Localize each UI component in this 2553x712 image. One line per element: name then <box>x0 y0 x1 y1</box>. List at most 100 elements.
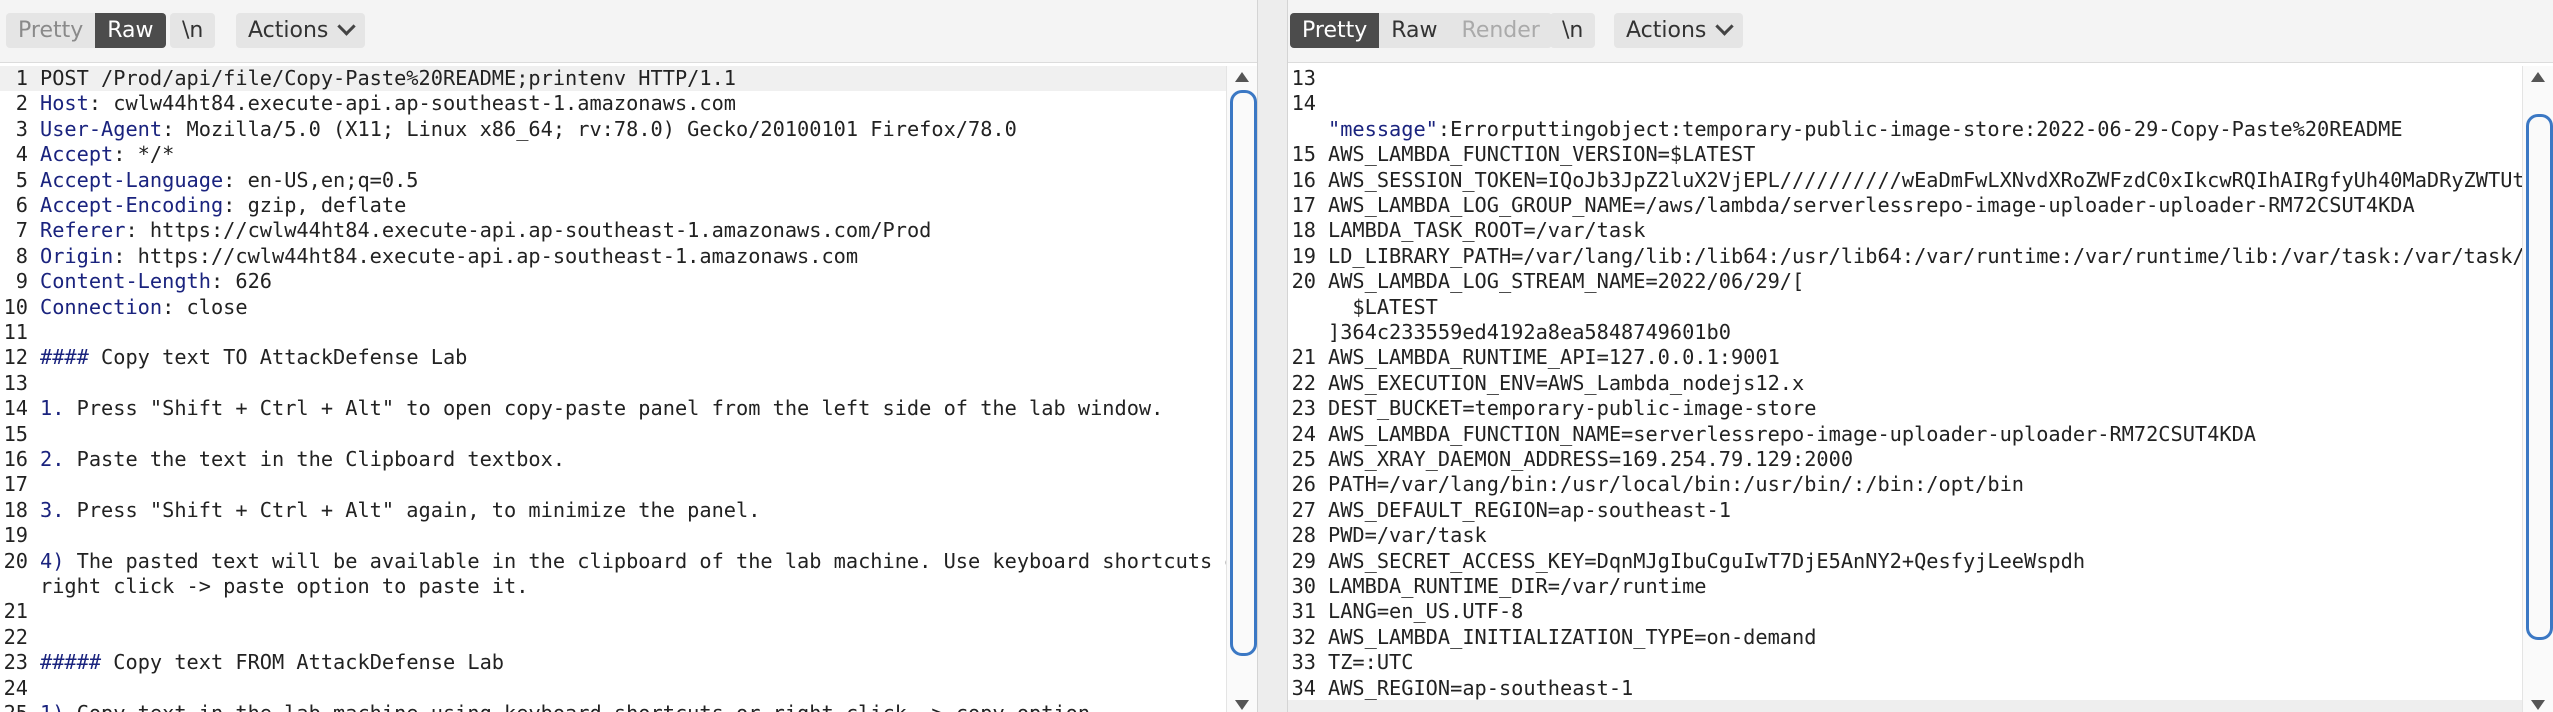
line-text: LANG=en_US.UTF-8 <box>1328 599 1524 624</box>
line-number: 23 <box>1291 396 1316 421</box>
line-number: 33 <box>1291 650 1316 675</box>
line-text: Accept: */* <box>40 142 175 167</box>
line-number: 25 <box>0 701 28 712</box>
line-number: 19 <box>3 523 28 548</box>
line-text: AWS_SESSION_TOKEN=IQoJb3JpZ2luX2VjEPL///… <box>1328 167 2523 192</box>
line-text: LAMBDA_TASK_ROOT=/var/task <box>1328 218 1646 243</box>
line-number: 10 <box>3 294 28 319</box>
line-number: 18 <box>3 497 28 522</box>
scroll-thumb[interactable] <box>1230 90 1257 656</box>
code-line: 34 AWS_REGION=ap-southeast-1 <box>1288 676 2523 701</box>
line-text: "message":Errorputtingobject:temporary-p… <box>1328 116 2403 141</box>
code-line: 17 AWS_LAMBDA_LOG_GROUP_NAME=/aws/lambda/… <box>1288 193 2523 218</box>
line-number: 20 <box>1291 269 1316 294</box>
code-line: 17 <box>0 472 1227 497</box>
request-toolbar: Pretty Raw \n Actions <box>0 0 1257 63</box>
line-number: 28 <box>1291 523 1316 548</box>
code-line: 19 LD_LIBRARY_PATH=/var/lang/lib:/lib64:/… <box>1288 244 2523 269</box>
line-number: 16 <box>1291 167 1316 192</box>
code-line: 31 LANG=en_US.UTF-8 <box>1288 599 2523 624</box>
code-line: right click -> paste option to paste it. <box>0 574 1227 599</box>
line-text: AWS_LAMBDA_FUNCTION_NAME=serverlessrepo-… <box>1328 421 2256 446</box>
response-editor[interactable]: 13 14 "message":Errorputtingobject:tempora… <box>1288 66 2523 712</box>
raw-tab[interactable]: Raw <box>95 13 166 48</box>
actions-button[interactable]: Actions <box>1614 13 1744 48</box>
code-line: 23 ##### Copy text FROM AttackDefense Lab <box>0 650 1227 675</box>
line-text: Connection: close <box>40 294 248 319</box>
line-number: 15 <box>1291 142 1316 167</box>
line-number: 18 <box>1291 218 1316 243</box>
code-line: 9 Content-Length: 626 <box>0 269 1227 294</box>
response-view-mode-toggle: Pretty Raw Render <box>1290 13 1552 48</box>
actions-button[interactable]: Actions <box>236 13 366 48</box>
code-line: 5 Accept-Language: en-US,en;q=0.5 <box>0 168 1227 193</box>
line-text: 1) Copy text in the lab machine using ke… <box>40 701 1102 712</box>
line-number: 9 <box>15 269 28 294</box>
line-text: #### Copy text TO AttackDefense Lab <box>40 345 468 370</box>
line-text: AWS_SECRET_ACCESS_KEY=DqnMJgIbuCguIwT7Dj… <box>1328 548 2086 573</box>
scroll-down-icon[interactable] <box>1235 700 1249 710</box>
actions-label: Actions <box>1626 18 1707 43</box>
line-number: 2 <box>15 91 28 116</box>
scroll-down-icon[interactable] <box>2531 700 2545 710</box>
line-text: PWD=/var/task <box>1328 523 1487 548</box>
code-line: 22 <box>0 625 1227 650</box>
line-number: 22 <box>1291 370 1316 395</box>
newline-toggle-button[interactable]: \n <box>1550 13 1596 48</box>
line-number: 26 <box>1291 472 1316 497</box>
render-tab[interactable]: Render <box>1450 13 1552 48</box>
request-editor[interactable]: 1 POST /Prod/api/file/Copy-Paste%20README… <box>0 66 1227 712</box>
code-line: 13 <box>1288 66 2523 91</box>
newline-toggle-button[interactable]: \n <box>170 13 216 48</box>
raw-tab[interactable]: Raw <box>1379 13 1449 48</box>
pretty-tab[interactable]: Pretty <box>6 13 95 48</box>
line-number: 23 <box>3 650 28 675</box>
line-text: AWS_LAMBDA_INITIALIZATION_TYPE=on-demand <box>1328 624 1817 649</box>
line-text: AWS_LAMBDA_FUNCTION_VERSION=$LATEST <box>1328 142 1756 167</box>
response-scrollbar[interactable] <box>2522 66 2553 712</box>
pane-divider[interactable] <box>1257 0 1288 712</box>
line-text: AWS_DEFAULT_REGION=ap-southeast-1 <box>1328 497 1731 522</box>
line-number: 8 <box>15 243 28 268</box>
scroll-up-icon[interactable] <box>1235 72 1249 82</box>
line-number: 27 <box>1291 497 1316 522</box>
code-line: 30 LAMBDA_RUNTIME_DIR=/var/runtime <box>1288 574 2523 599</box>
scroll-up-icon[interactable] <box>2531 72 2545 82</box>
code-line: 14 1. Press "Shift + Ctrl + Alt" to open … <box>0 396 1227 421</box>
horizontal-scrollbar[interactable] <box>1288 700 2523 712</box>
line-number: 32 <box>1291 624 1316 649</box>
line-text: Referer: https://cwlw44ht84.execute-api.… <box>40 218 932 243</box>
code-line: 29 AWS_SECRET_ACCESS_KEY=DqnMJgIbuCguIwT7… <box>1288 549 2523 574</box>
line-text: User-Agent: Mozilla/5.0 (X11; Linux x86_… <box>40 116 1017 141</box>
scroll-thumb[interactable] <box>2526 114 2553 640</box>
line-text: PATH=/var/lang/bin:/usr/local/bin:/usr/b… <box>1328 472 2024 497</box>
line-number: 21 <box>3 599 28 624</box>
line-text: $LATEST <box>1328 294 1438 319</box>
code-line: 21 <box>0 599 1227 624</box>
line-number: 14 <box>1291 91 1316 116</box>
line-text: AWS_LAMBDA_RUNTIME_API=127.0.0.1:9001 <box>1328 345 1780 370</box>
code-line: 16 AWS_SESSION_TOKEN=IQoJb3JpZ2luX2VjEPL/… <box>1288 168 2523 193</box>
response-toolbar: Pretty Raw Render \n Actions <box>1288 0 2553 63</box>
code-line: 24 <box>0 676 1227 701</box>
line-text: TZ=:UTC <box>1328 650 1414 675</box>
request-scrollbar[interactable] <box>1226 66 1257 712</box>
chevron-down-icon <box>337 17 357 36</box>
line-number: 6 <box>15 193 28 217</box>
line-text: LAMBDA_RUNTIME_DIR=/var/runtime <box>1328 574 1707 598</box>
line-text: right click -> paste option to paste it. <box>40 574 529 598</box>
code-line: 25 1) Copy text in the lab machine using … <box>0 701 1227 712</box>
code-line: 14 <box>1288 91 2523 116</box>
line-number: 25 <box>1291 447 1316 471</box>
line-number: 14 <box>3 396 28 421</box>
line-number: 29 <box>1291 548 1316 573</box>
pretty-tab[interactable]: Pretty <box>1290 13 1380 48</box>
code-line: 10 Connection: close <box>0 295 1227 320</box>
line-number: 17 <box>1291 193 1316 217</box>
actions-label: Actions <box>248 18 329 43</box>
code-line: 8 Origin: https://cwlw44ht84.execute-api.… <box>0 244 1227 269</box>
line-number: 13 <box>3 370 28 395</box>
line-number: 12 <box>3 345 28 370</box>
line-text: DEST_BUCKET=temporary-public-image-store <box>1328 396 1817 421</box>
line-text: 2. Paste the text in the Clipboard textb… <box>40 447 566 471</box>
